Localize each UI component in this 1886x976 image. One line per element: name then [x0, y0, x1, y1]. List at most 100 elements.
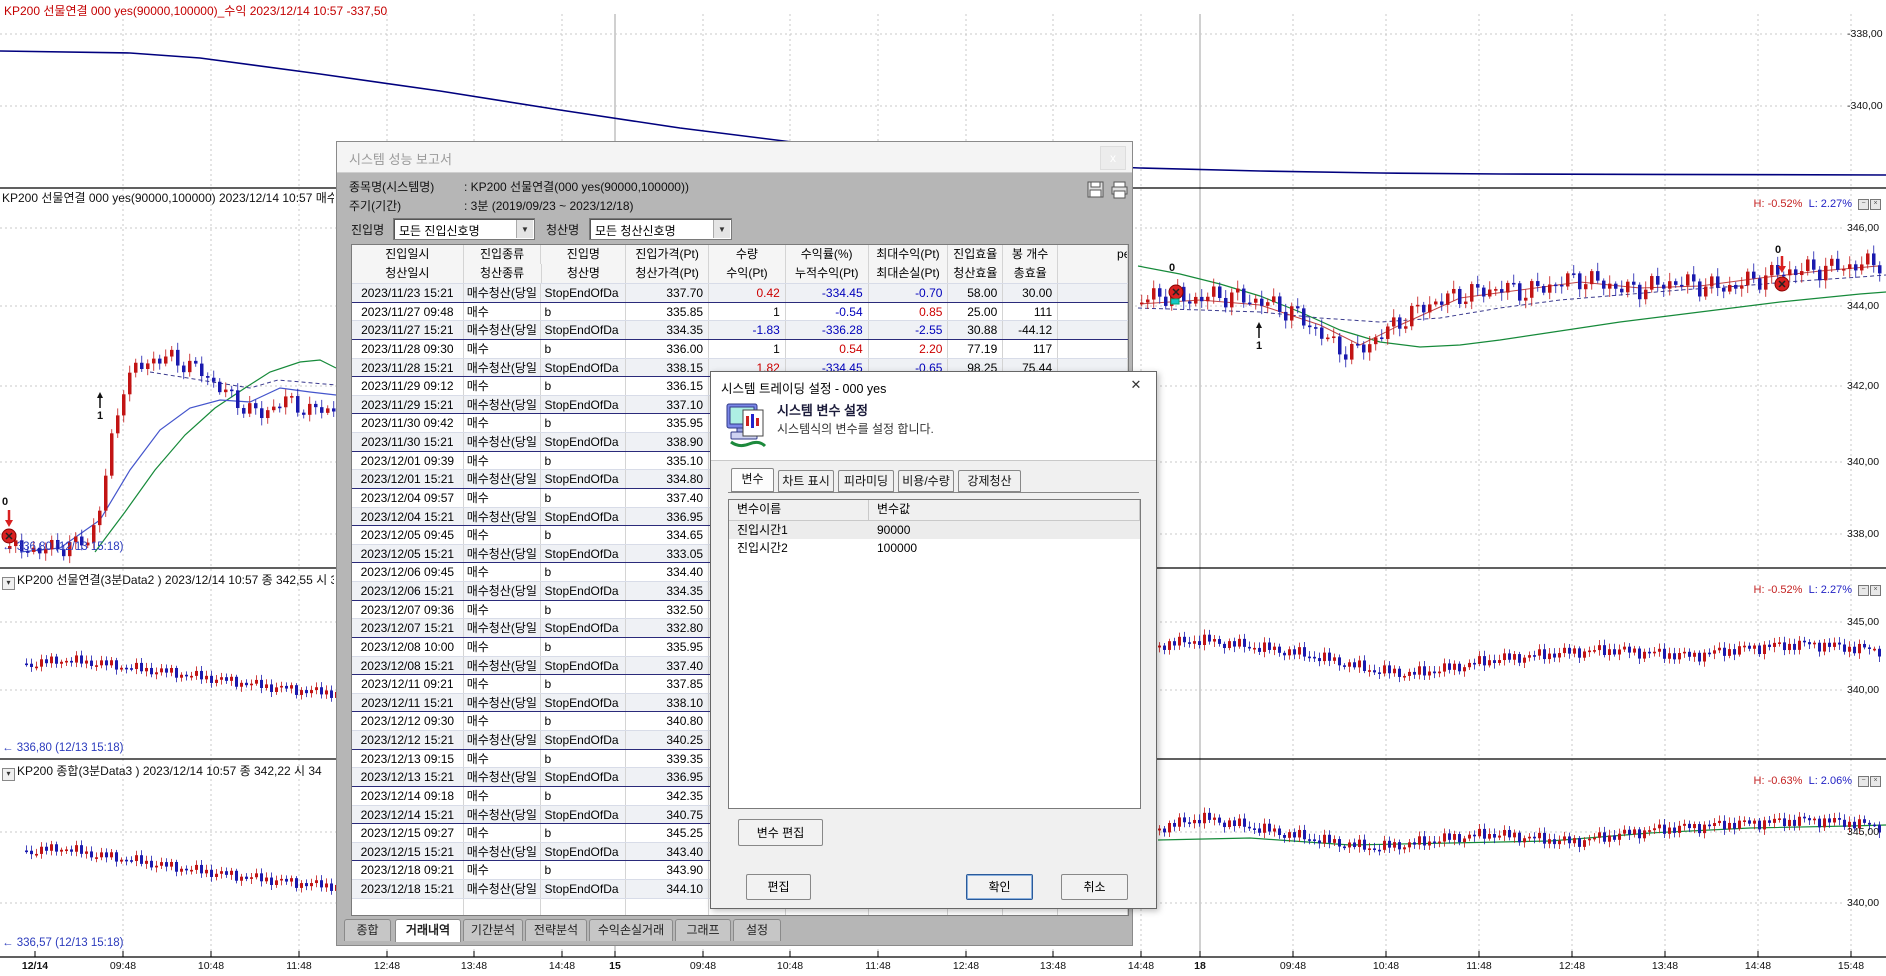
settings-tab-3[interactable]: 피라미딩 — [838, 470, 894, 492]
computer-icon — [725, 402, 771, 454]
table-cell: 2023/12/04 15:21 — [352, 508, 464, 526]
report-titlebar[interactable]: 시스템 성능 보고서 x — [337, 142, 1132, 173]
table-cell: 2023/12/11 09:21 — [352, 675, 464, 693]
exit-filter-combobox[interactable]: 모든 청산신호명 ▼ — [589, 218, 732, 240]
table-cell: 매수 — [464, 750, 542, 768]
settings-tab-2[interactable]: 차트 표시 — [778, 470, 834, 492]
table-cell: 2023/12/07 15:21 — [352, 619, 464, 637]
grid-column-header[interactable]: 변수값 — [869, 500, 1140, 520]
table-cell: 2023/12/05 15:21 — [352, 545, 464, 563]
table-cell: 337.40 — [626, 657, 709, 675]
table-cell: 매수청산(당일 — [464, 396, 542, 414]
print-icon[interactable] — [1110, 181, 1130, 199]
table-cell: 335.10 — [626, 452, 709, 470]
settings-titlebar[interactable]: 시스템 트레이딩 설정 - 000 yes ✕ — [711, 372, 1156, 398]
table-cell: 30.00 — [1003, 284, 1058, 302]
column-header: 청산효율 — [948, 264, 1003, 283]
settings-tab-4[interactable]: 비용/수량 — [898, 470, 954, 492]
ok-button[interactable]: 확인 — [966, 874, 1033, 900]
settings-close-icon[interactable]: ✕ — [1126, 376, 1146, 394]
table-cell: 335.95 — [626, 638, 709, 656]
entry-filter-combobox[interactable]: 모든 진입신호명 ▼ — [393, 218, 535, 240]
table-cell: 2023/12/15 09:27 — [352, 824, 464, 842]
table-cell: 333.05 — [626, 545, 709, 563]
table-cell: StopEndOfDa — [541, 508, 626, 526]
table-cell: 25.00 — [948, 303, 1003, 321]
table-cell: 매수 — [464, 414, 542, 432]
column-header: 진입명 — [541, 245, 626, 264]
table-cell: 2023/12/12 15:21 — [352, 731, 464, 749]
variable-row[interactable]: 진입시간190000 — [729, 521, 1140, 539]
chevron-down-icon[interactable]: ▼ — [516, 220, 533, 238]
table-cell: 338.15 — [626, 359, 709, 377]
table-cell: 1 — [709, 340, 786, 358]
table-cell: 매수 — [464, 638, 542, 656]
variable-row[interactable]: 진입시간2100000 — [729, 539, 1140, 557]
table-cell: 2023/11/27 15:21 — [352, 321, 464, 339]
table-cell: 337.10 — [626, 396, 709, 414]
table-cell: 2023/12/08 10:00 — [352, 638, 464, 656]
exit-filter-value: 모든 청산신호명 — [595, 222, 676, 239]
report-tab-4[interactable]: 전략분석 — [525, 919, 587, 941]
save-icon[interactable] — [1087, 181, 1105, 199]
settings-tab-5[interactable]: 강제청산 — [958, 470, 1021, 492]
entry-filter-value: 모든 진입신호명 — [399, 222, 480, 239]
table-cell: 매수 — [464, 824, 542, 842]
table-cell: 매수청산(당일 — [464, 880, 542, 898]
table-cell: 338.90 — [626, 433, 709, 451]
table-cell: 345.25 — [626, 824, 709, 842]
table-cell: 2023/12/08 15:21 — [352, 657, 464, 675]
table-cell: 335.95 — [626, 414, 709, 432]
report-tab-1[interactable]: 종합 — [344, 919, 391, 941]
grid-column-header[interactable]: 변수이름 — [729, 500, 869, 520]
report-tab-3[interactable]: 기간분석 — [463, 919, 523, 941]
period-label: 주기(기간) — [349, 197, 401, 214]
table-cell: 340.75 — [626, 806, 709, 824]
table-cell: StopEndOfDa — [541, 880, 626, 898]
table-cell — [464, 899, 542, 916]
table-cell: StopEndOfDa — [541, 731, 626, 749]
variable-name: 진입시간2 — [729, 539, 869, 557]
settings-tab-1[interactable]: 변수 — [731, 468, 774, 492]
table-cell: 2023/11/30 15:21 — [352, 433, 464, 451]
cancel-button[interactable]: 취소 — [1061, 874, 1128, 900]
table-row[interactable]: 2023/11/28 09:30매수b336.0010.542.2077.191… — [352, 339, 1128, 358]
table-cell: b — [541, 861, 626, 879]
settings-tabstrip: 변수차트 표시피라미딩비용/수량강제청산 — [711, 470, 1158, 493]
table-cell: 111 — [1003, 303, 1058, 321]
variables-grid[interactable]: 변수이름변수값진입시간190000진입시간2100000 — [728, 499, 1141, 809]
table-cell: 매수청산(당일 — [464, 321, 542, 339]
table-cell: 매수 — [464, 526, 542, 544]
table-cell: 2023/12/01 09:39 — [352, 452, 464, 470]
table-cell: 매수 — [464, 787, 542, 805]
table-cell: b — [541, 377, 626, 395]
column-header: 진입효율 — [948, 245, 1003, 264]
table-cell: 2023/12/04 09:57 — [352, 489, 464, 507]
table-cell: StopEndOfDa — [541, 694, 626, 712]
table-cell: 336.95 — [626, 768, 709, 786]
table-cell: 343.40 — [626, 843, 709, 861]
report-tab-7[interactable]: 설정 — [733, 919, 781, 941]
report-tab-5[interactable]: 수익손실거래 — [589, 919, 673, 941]
table-cell: 매수 — [464, 861, 542, 879]
table-row[interactable]: 2023/11/27 15:21매수청산(당일StopEndOfDa334.35… — [352, 320, 1128, 339]
table-cell: 335.85 — [626, 303, 709, 321]
report-tab-6[interactable]: 그래프 — [675, 919, 731, 941]
table-cell: 2023/12/06 09:45 — [352, 563, 464, 581]
table-cell: 337.70 — [626, 284, 709, 302]
report-close-icon[interactable]: x — [1100, 146, 1126, 170]
report-tab-2[interactable]: 거래내역 — [395, 919, 461, 942]
variable-value: 90000 — [869, 521, 1140, 539]
table-cell: 2023/11/29 09:12 — [352, 377, 464, 395]
table-cell: 2023/11/28 15:21 — [352, 359, 464, 377]
table-cell: 340.80 — [626, 712, 709, 730]
edit-button[interactable]: 편집 — [746, 874, 811, 900]
column-header: 봉 개수 — [1003, 245, 1058, 264]
chevron-down-icon[interactable]: ▼ — [713, 220, 730, 238]
table-cell: 117 — [1003, 340, 1058, 358]
table-row[interactable]: 2023/11/23 15:21매수청산(당일StopEndOfDa337.70… — [352, 283, 1128, 302]
table-row[interactable]: 2023/11/27 09:48매수b335.851-0.540.8525.00… — [352, 302, 1128, 321]
variable-edit-button[interactable]: 변수 편집 — [738, 819, 823, 846]
table-cell: 매수청산(당일 — [464, 359, 542, 377]
table-cell: 2023/12/14 15:21 — [352, 806, 464, 824]
